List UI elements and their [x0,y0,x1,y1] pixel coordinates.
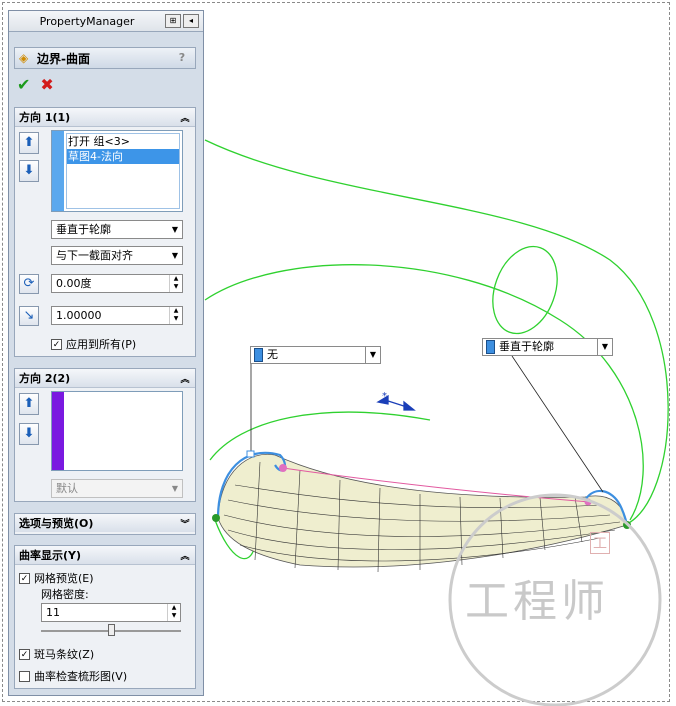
watermark-text: 工程师 [465,576,609,627]
guide-loop [492,245,558,335]
draft-angle-value: 0.00度 [56,277,92,290]
mesh-preview-label: 网格预览(E) [34,572,94,585]
guide-curve-3 [209,411,431,461]
direction2-header[interactable]: 方向 2(2) ︽ [15,369,195,388]
direction2-tangent-dropdown[interactable]: 默认 ▼ [51,479,183,498]
callout-right-dropdown[interactable]: 垂直于轮廓 ▼ [482,338,613,356]
callout-flag-icon [486,340,495,354]
alignment-dropdown[interactable]: 与下一截面对齐 ▼ [51,246,183,265]
boundary-surface-icon: ◈ [19,51,29,65]
help-button[interactable]: ? [175,51,189,65]
callout-flag-icon [254,348,263,362]
apply-all-label: 应用到所有(P) [66,338,137,351]
apply-all-checkbox[interactable]: ✓ 应用到所有(P) [51,336,136,352]
tangent-length-value: 1.00000 [56,309,102,322]
move-down-button[interactable]: ⬇ [19,160,39,182]
checkbox-unchecked-icon[interactable] [19,670,30,682]
property-manager-panel: PropertyManager ⊞ ◂ ◈ 边界-曲面 ? ✔ ✖ 方向 1(1… [8,10,204,696]
list-item[interactable]: 打开 组<3> [67,134,179,149]
direction2-color-strip [52,392,64,470]
list-item-selected[interactable]: 草图4-法向 [67,149,179,164]
curvature-comb-label: 曲率检查梳形图(V) [34,670,128,683]
zebra-checkbox[interactable]: ✓ 斑马条纹(Z) [19,646,94,662]
curvature-group: 曲率显示(Y) ︽ ✓ 网格预览(E) 网格密度: 11 ▲ ▼ ✓ 斑马条纹(Z… [14,545,196,689]
checkbox-checked-icon[interactable]: ✓ [19,572,30,584]
direction1-curve-list[interactable]: 打开 组<3> 草图4-法向 [51,130,183,212]
options-group: 选项与预览(O) ︾ [14,513,196,535]
surface-body [217,453,628,568]
direction1-color-strip [52,131,64,211]
float-icon[interactable]: ◂ [183,14,199,28]
point-left [212,514,220,522]
mesh-preview-checkbox[interactable]: ✓ 网格预览(E) [19,570,94,586]
direction-triad: * [376,391,416,411]
mesh-density-label: 网格密度: [41,588,89,601]
cancel-button[interactable]: ✖ [40,75,53,94]
spinner-icon[interactable]: ▲ ▼ [169,307,182,324]
callout-right-value: 垂直于轮廓 [499,340,554,353]
tangent-type-value: 垂直于轮廓 [56,223,111,236]
feature-title-bar: ◈ 边界-曲面 ? [14,47,196,69]
draft-angle-input[interactable]: 0.00度 ▲ ▼ [51,274,183,293]
mesh-density-slider[interactable] [41,624,181,638]
tangent-length-input[interactable]: 1.00000 ▲ ▼ [51,306,183,325]
draft-angle-icon[interactable]: ⟳ [19,274,39,294]
curvature-header[interactable]: 曲率显示(Y) ︽ [15,546,195,565]
direction2-tangent-value: 默认 [56,482,78,495]
mesh-density-value: 11 [46,606,60,619]
feature-title: 边界-曲面 [37,51,90,66]
checkbox-checked-icon[interactable]: ✓ [19,648,30,660]
tangent-length-icon[interactable]: ↘ [19,306,39,326]
ok-cancel-bar: ✔ ✖ [17,75,54,94]
curvature-comb-checkbox[interactable]: 曲率检查梳形图(V) [19,668,127,684]
curvature-header-label: 曲率显示(Y) [19,549,82,562]
chevron-down-icon[interactable]: ▼ [365,347,380,363]
move-down-button[interactable]: ⬇ [19,423,39,445]
direction2-header-label: 方向 2(2) [19,372,71,385]
callout-right-leader [511,355,604,493]
panel-header: PropertyManager ⊞ ◂ [9,11,203,32]
options-header-label: 选项与预览(O) [19,517,94,530]
chevron-up-icon[interactable]: ︽ [179,549,191,562]
callout-left-dropdown[interactable]: 无 ▼ [250,346,381,364]
spinner-icon[interactable]: ▲ ▼ [167,604,180,621]
panel-title: PropertyManager [39,14,135,28]
move-up-button[interactable]: ⬆ [19,393,39,415]
checkbox-checked-icon[interactable]: ✓ [51,338,62,350]
direction2-curve-list[interactable] [51,391,183,471]
chevron-down-icon[interactable]: ▼ [168,247,182,264]
svg-text:*: * [382,391,387,402]
point-pink-left [279,464,287,472]
chevron-down-icon[interactable]: ︾ [179,517,191,530]
direction1-header-label: 方向 1(1) [19,111,71,124]
watermark-mini-stamp: 工 [590,532,610,554]
direction2-group: 方向 2(2) ︽ ⬆ ⬇ 默认 ▼ [14,368,196,502]
mesh-density-input[interactable]: 11 ▲ ▼ [41,603,181,622]
chevron-up-icon[interactable]: ︽ [179,372,191,385]
move-up-button[interactable]: ⬆ [19,132,39,154]
options-header[interactable]: 选项与预览(O) ︾ [15,514,195,532]
callout-left-value: 无 [267,348,278,361]
direction1-group: 方向 1(1) ︽ ⬆ ⬇ 打开 组<3> 草图4-法向 垂直于轮廓 ▼ 与下一… [14,107,196,357]
spinner-icon[interactable]: ▲ ▼ [169,275,182,292]
chevron-down-icon[interactable]: ▼ [597,339,612,355]
zebra-label: 斑马条纹(Z) [34,648,95,661]
tangent-type-dropdown[interactable]: 垂直于轮廓 ▼ [51,220,183,239]
direction1-header[interactable]: 方向 1(1) ︽ [15,108,195,127]
chevron-up-icon[interactable]: ︽ [179,111,191,124]
ok-button[interactable]: ✔ [17,75,30,94]
pin-icon[interactable]: ⊞ [165,14,181,28]
alignment-value: 与下一截面对齐 [56,249,133,262]
chevron-down-icon[interactable]: ▼ [168,480,182,497]
chevron-down-icon[interactable]: ▼ [168,221,182,238]
slider-thumb[interactable] [107,624,115,636]
